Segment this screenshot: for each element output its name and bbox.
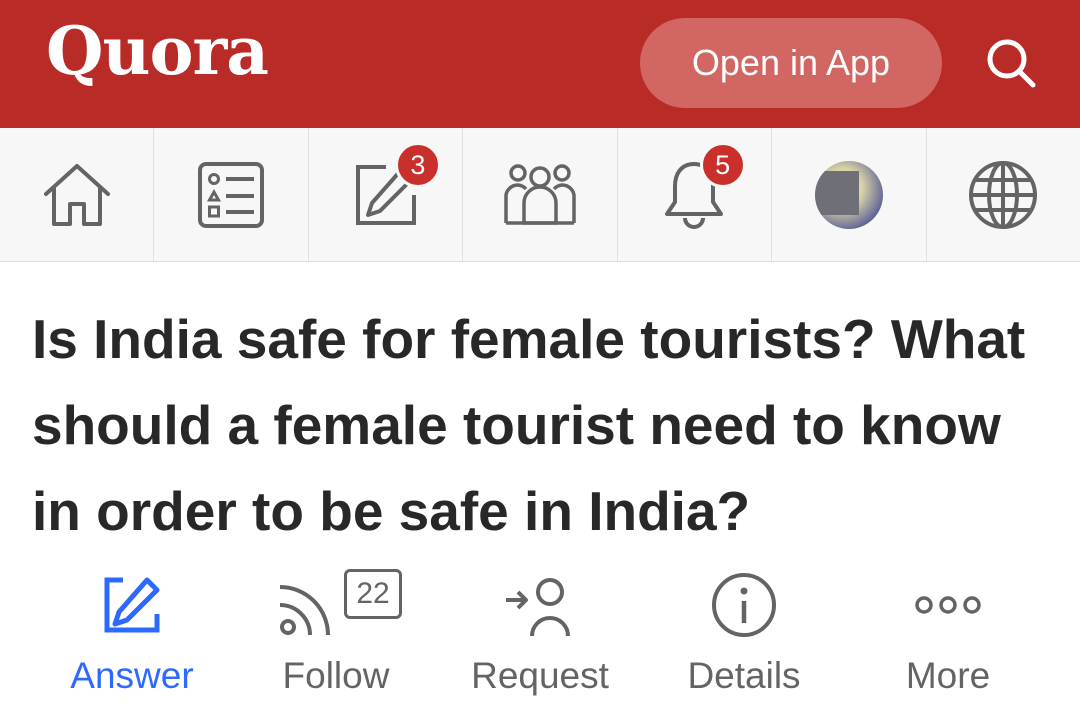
question-action-bar: Answer 22 Follow Request Details More (0, 565, 1080, 703)
details-label: Details (687, 655, 801, 696)
people-group-icon (504, 163, 576, 225)
nav-notifications[interactable]: 5 (618, 128, 773, 261)
main-nav: 3 5 (0, 128, 1080, 262)
request-button[interactable]: Request (440, 565, 640, 703)
answer-button[interactable]: Answer (32, 565, 232, 703)
nav-spaces[interactable] (463, 128, 618, 261)
nav-following[interactable] (154, 128, 309, 261)
avatar (814, 160, 883, 229)
nav-profile[interactable] (772, 128, 927, 261)
answer-label: Answer (70, 655, 194, 696)
question-title[interactable]: Is India safe for female tourists? What … (32, 296, 1062, 554)
feed-list-icon (198, 161, 265, 228)
avatar-redaction (814, 170, 859, 215)
more-dots-icon (915, 596, 981, 614)
home-icon (43, 163, 110, 226)
follow-label: Follow (282, 655, 390, 696)
info-icon (712, 573, 776, 637)
rss-feed-icon (279, 585, 330, 636)
search-icon (987, 39, 1036, 88)
quora-logo[interactable]: Quora (46, 18, 269, 84)
nav-language[interactable] (927, 128, 1080, 261)
follow-button[interactable]: 22 Follow (236, 565, 436, 703)
more-button[interactable]: More (848, 565, 1048, 703)
notifications-badge: 5 (699, 142, 746, 188)
open-in-app-button[interactable]: Open in App (640, 18, 942, 108)
search-button[interactable] (978, 30, 1044, 96)
details-button[interactable]: Details (644, 565, 844, 703)
follow-count: 22 (344, 569, 402, 619)
nav-answer[interactable]: 3 (309, 128, 464, 261)
answer-badge: 3 (394, 142, 441, 188)
request-person-icon (506, 578, 570, 637)
top-bar: Quora Open in App (0, 0, 1080, 128)
more-label: More (905, 655, 991, 696)
nav-home[interactable] (0, 128, 155, 261)
answer-pencil-icon (104, 577, 160, 633)
globe-icon (969, 160, 1038, 229)
request-label: Request (471, 655, 609, 696)
